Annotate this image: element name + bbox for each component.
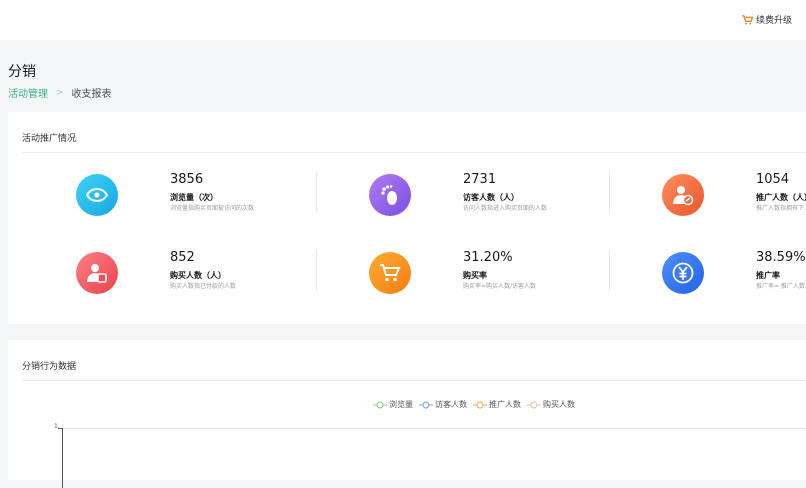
legend-item-promoters[interactable]: 推广人数 bbox=[473, 399, 521, 410]
stat-label: 推广率 bbox=[756, 271, 780, 280]
eye-icon bbox=[86, 188, 108, 202]
stat-label: 购买率 bbox=[463, 271, 487, 280]
chart-legend: 浏览量 访客人数 推广人数 购买人数 bbox=[373, 399, 575, 410]
breadcrumb: 活动管理 > 收支报表 bbox=[8, 85, 112, 101]
y-axis-line bbox=[62, 428, 63, 488]
stat-icon-bg bbox=[369, 252, 411, 294]
top-bar: 续费升级 bbox=[0, 0, 806, 40]
stat-value: 31.20% bbox=[463, 250, 513, 265]
stat-value: 38.59% bbox=[756, 250, 806, 265]
divider bbox=[609, 250, 610, 290]
legend-marker-icon bbox=[373, 401, 387, 408]
renew-upgrade-button[interactable]: 续费升级 bbox=[742, 13, 792, 26]
stat-label: 购买人数（人） bbox=[170, 271, 226, 280]
legend-marker-icon bbox=[419, 401, 433, 408]
stat-promoters: 1054 推广人数（人） 推广人数指拥有下… bbox=[662, 170, 806, 220]
stat-description: 推广人数指拥有下… bbox=[756, 205, 806, 212]
stat-label: 推广人数（人） bbox=[756, 193, 806, 202]
legend-item-buyers[interactable]: 购买人数 bbox=[527, 399, 575, 410]
breadcrumb-activity-management[interactable]: 活动管理 bbox=[8, 85, 48, 100]
stat-value: 852 bbox=[170, 250, 195, 265]
legend-marker-icon bbox=[527, 401, 541, 408]
stat-value: 2731 bbox=[463, 172, 497, 187]
stat-value: 3856 bbox=[170, 172, 204, 187]
stat-description: 购买率=购买人数/访客人数 bbox=[463, 283, 537, 290]
stat-buyers: 852 购买人数（人） 购买人数指已付款的人数 bbox=[76, 248, 326, 298]
legend-item-visitors[interactable]: 访客人数 bbox=[419, 399, 467, 410]
stat-icon-bg bbox=[662, 252, 704, 294]
stat-label: 访客人数（人） bbox=[463, 193, 519, 202]
stat-description: 购买人数指已付款的人数 bbox=[170, 283, 237, 290]
divider bbox=[316, 250, 317, 290]
legend-label: 购买人数 bbox=[543, 400, 575, 409]
cart-icon bbox=[742, 14, 753, 25]
divider bbox=[22, 152, 806, 153]
chart-gridline bbox=[63, 428, 806, 429]
stat-label: 浏览量（次） bbox=[170, 193, 218, 202]
divider bbox=[316, 172, 317, 212]
renew-upgrade-label: 续费升级 bbox=[755, 16, 792, 26]
cart-icon bbox=[380, 264, 401, 282]
stat-purchase-rate: 31.20% 购买率 购买率=购买人数/访客人数 bbox=[369, 248, 619, 298]
chevron-right-icon: > bbox=[56, 87, 64, 98]
stat-promotion-rate: 38.59% 推广率 推广率= 推广人数… bbox=[662, 248, 806, 298]
behavior-panel: 分销行为数据 浏览量 访客人数 推广人数 购买人数 1 bbox=[8, 340, 806, 488]
footprint-icon bbox=[381, 185, 397, 205]
legend-label: 浏览量 bbox=[389, 400, 413, 409]
legend-label: 推广人数 bbox=[489, 400, 521, 409]
stat-description: 浏览量指购买页面被访问的次数 bbox=[170, 205, 255, 212]
legend-marker-icon bbox=[473, 401, 487, 408]
breadcrumb-current: 收支报表 bbox=[71, 89, 112, 100]
stat-page-views: 3856 浏览量（次） 浏览量指购买页面被访问的次数 bbox=[76, 170, 326, 220]
stat-visitors: 2731 访客人数（人） 访问人数指进入购买页面的人数 bbox=[369, 170, 619, 220]
stat-description: 推广率= 推广人数… bbox=[756, 283, 806, 290]
behavior-panel-title: 分销行为数据 bbox=[22, 362, 77, 372]
stat-value: 1054 bbox=[756, 172, 790, 187]
legend-item-page-views[interactable]: 浏览量 bbox=[373, 399, 413, 410]
promoter-icon bbox=[673, 186, 694, 206]
promotion-panel-title: 活动推广情况 bbox=[22, 134, 77, 144]
divider bbox=[609, 172, 610, 212]
divider bbox=[22, 380, 806, 381]
stat-icon-bg bbox=[76, 252, 118, 294]
stat-icon-bg bbox=[76, 174, 118, 216]
yuan-icon bbox=[672, 262, 694, 284]
promotion-panel: 活动推广情况 3856 浏览量（次） 浏览量指购买页面被访问的次数 2731 访… bbox=[8, 112, 806, 324]
buyer-icon bbox=[87, 264, 107, 283]
stat-description: 访问人数指进入购买页面的人数 bbox=[463, 205, 548, 212]
page-title: 分销 bbox=[8, 64, 36, 80]
legend-label: 访客人数 bbox=[435, 400, 467, 409]
stat-icon-bg bbox=[662, 174, 704, 216]
stat-icon-bg bbox=[369, 174, 411, 216]
